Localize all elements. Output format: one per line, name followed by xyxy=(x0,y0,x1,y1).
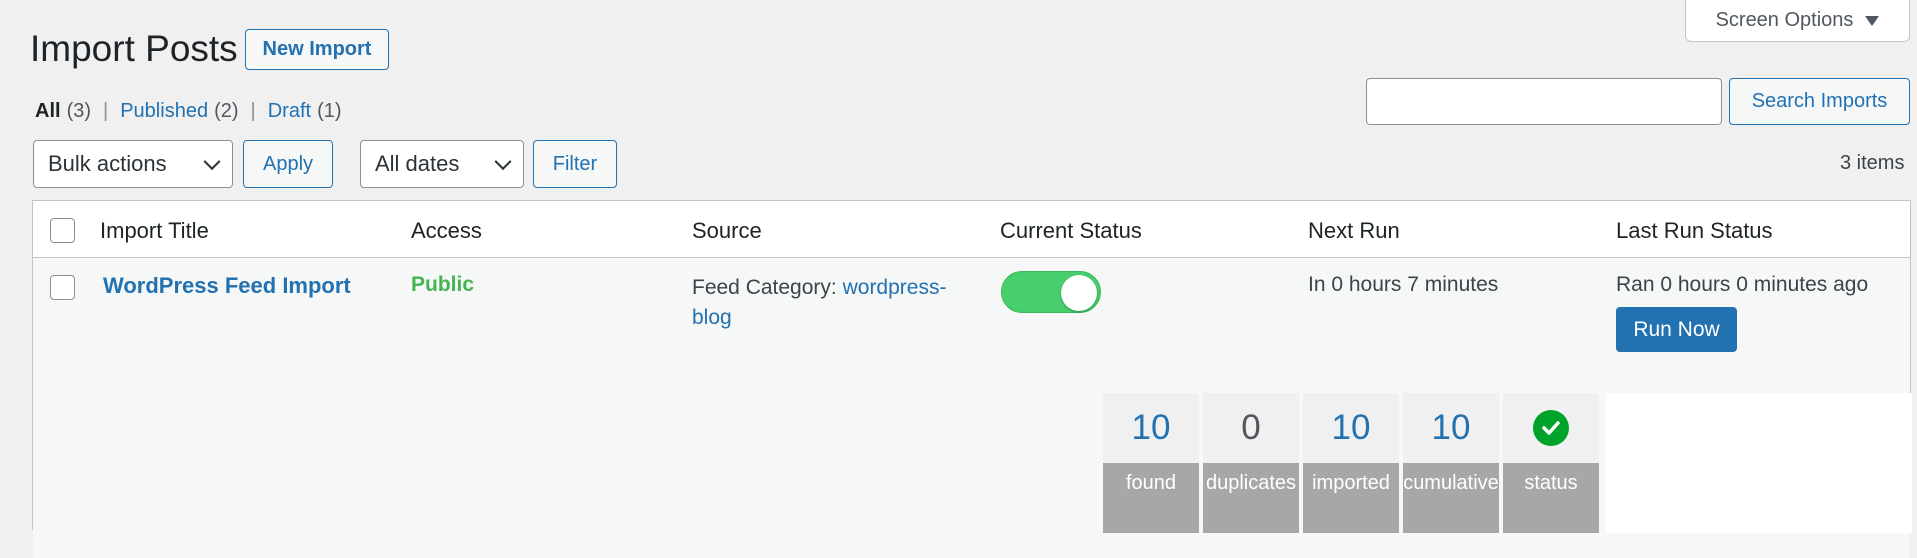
page-title: Import Posts xyxy=(30,28,238,69)
column-source: Source xyxy=(692,218,762,243)
row-checkbox[interactable] xyxy=(50,275,75,300)
filter-draft-count: (1) xyxy=(317,100,342,122)
dates-value: All dates xyxy=(375,151,460,176)
filter-draft-link[interactable]: Draft xyxy=(268,100,311,123)
search-input[interactable] xyxy=(1366,78,1722,125)
column-next-run: Next Run xyxy=(1308,218,1400,243)
toggle-knob xyxy=(1061,275,1097,311)
imports-table: Import Title Access Source Current Statu… xyxy=(32,200,1912,558)
stat-imported: 10 imported xyxy=(1303,393,1399,533)
stat-cumulative: 10 cumulative xyxy=(1403,393,1499,533)
bulk-actions-value: Bulk actions xyxy=(48,151,167,176)
access-value: Public xyxy=(411,273,475,296)
dates-select[interactable]: All dates xyxy=(360,140,524,188)
apply-button[interactable]: Apply xyxy=(243,140,333,188)
filter-separator: | xyxy=(103,100,109,122)
stat-status-value xyxy=(1503,393,1599,463)
stat-cumulative-value: 10 xyxy=(1403,393,1499,463)
stat-status-label: status xyxy=(1503,463,1599,533)
status-toggle[interactable] xyxy=(1001,271,1101,313)
stat-found-label: found xyxy=(1103,463,1199,533)
caret-down-icon xyxy=(1865,15,1880,26)
stat-imported-label: imported xyxy=(1303,463,1399,533)
screen-options-toggle[interactable]: Screen Options xyxy=(1685,0,1910,42)
stat-duplicates-label: duplicates xyxy=(1203,463,1299,533)
chevron-down-icon xyxy=(494,153,512,171)
column-current-status: Current Status xyxy=(1000,218,1142,243)
next-run-value: In 0 hours 7 minutes xyxy=(1308,273,1499,296)
source-prefix: Feed Category: xyxy=(692,276,843,299)
stat-cumulative-label: cumulative xyxy=(1403,463,1499,533)
last-run-value: Ran 0 hours 0 minutes ago xyxy=(1616,273,1869,296)
filter-separator: | xyxy=(250,100,256,122)
bulk-actions-select[interactable]: Bulk actions xyxy=(33,140,233,188)
stat-imported-value: 10 xyxy=(1303,393,1399,463)
screen-options-label: Screen Options xyxy=(1715,9,1854,31)
stats-panel-background xyxy=(1606,393,1912,533)
chevron-down-icon xyxy=(203,153,221,171)
column-last-run-status: Last Run Status xyxy=(1616,218,1773,243)
select-all-checkbox[interactable] xyxy=(50,218,75,243)
stat-found: 10 found xyxy=(1103,393,1199,533)
filter-button[interactable]: Filter xyxy=(533,140,617,188)
filter-published-count: (2) xyxy=(214,100,239,122)
new-import-button[interactable]: New Import xyxy=(245,29,389,70)
source-value: Feed Category: wordpress-blog xyxy=(692,273,972,333)
column-import-title[interactable]: Import Title xyxy=(100,218,209,244)
stat-duplicates-value: 0 xyxy=(1203,393,1299,463)
import-title-link[interactable]: WordPress Feed Import xyxy=(103,273,351,299)
filter-all-count: (3) xyxy=(66,100,92,122)
search-imports-button[interactable]: Search Imports xyxy=(1729,78,1910,125)
stat-duplicates: 0 duplicates xyxy=(1203,393,1299,533)
status-filter-links: All (3) | Published (2) | Draft (1) xyxy=(35,100,342,123)
run-now-button[interactable]: Run Now xyxy=(1616,307,1737,352)
column-access: Access xyxy=(411,218,482,243)
table-header: Import Title Access Source Current Statu… xyxy=(33,201,1910,258)
filter-published-link[interactable]: Published xyxy=(120,100,208,123)
stat-found-value: 10 xyxy=(1103,393,1199,463)
items-count: 3 items xyxy=(1840,152,1905,174)
stat-status: status xyxy=(1503,393,1599,533)
check-circle-icon xyxy=(1533,410,1569,446)
filter-all-link[interactable]: All xyxy=(35,100,61,123)
